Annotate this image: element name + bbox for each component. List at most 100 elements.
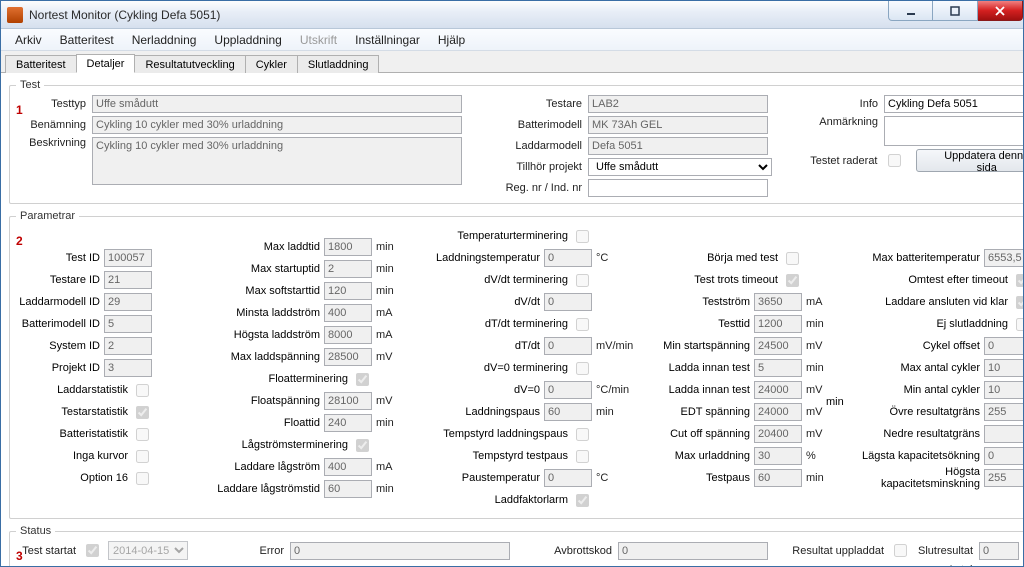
regnr-field[interactable]	[588, 179, 768, 197]
maximize-button[interactable]	[933, 1, 978, 21]
tab-batteritest[interactable]: Batteritest	[5, 55, 77, 73]
menu-arkiv[interactable]: Arkiv	[7, 30, 50, 50]
anmarkning-field[interactable]	[884, 116, 1023, 146]
test-startat-checkbox[interactable]	[86, 544, 99, 557]
ladda-innan-test-field[interactable]	[754, 359, 802, 377]
anmarkning-label: Anmärkning	[808, 116, 878, 128]
menu-uppladdning[interactable]: Uppladdning	[206, 30, 289, 50]
marker-2: 2	[16, 234, 23, 248]
testet-raderat-checkbox[interactable]	[888, 154, 901, 167]
dv0-term-checkbox[interactable]	[576, 362, 589, 375]
teststrom-field[interactable]	[754, 293, 802, 311]
menu-hjalp[interactable]: Hjälp	[430, 30, 473, 50]
close-button[interactable]	[978, 1, 1023, 21]
dtdt-field[interactable]	[544, 337, 592, 355]
menu-batteritest[interactable]: Batteritest	[52, 30, 122, 50]
uppdatera-button[interactable]: Uppdatera denna sida	[916, 149, 1024, 172]
floattid-field[interactable]	[324, 414, 372, 432]
dvdt-field[interactable]	[544, 293, 592, 311]
tab-resultatutveckling[interactable]: Resultatutveckling	[134, 55, 245, 73]
system-id-field[interactable]	[104, 337, 152, 355]
ladda-innan-test2-field[interactable]	[754, 381, 802, 399]
laddfaktorlarm-checkbox[interactable]	[576, 494, 589, 507]
laddningspaus-field[interactable]	[544, 403, 592, 421]
floatspanning-field[interactable]	[324, 392, 372, 410]
ovre-resultatgrans-field[interactable]	[984, 403, 1023, 421]
edt-spanning-field[interactable]	[754, 403, 802, 421]
hogsta-laddstrom-field[interactable]	[324, 326, 372, 344]
testtyp-field[interactable]	[92, 95, 462, 113]
testarstatistik-checkbox[interactable]	[136, 406, 149, 419]
lagsta-kap-field[interactable]	[984, 447, 1023, 465]
menu-installningar[interactable]: Inställningar	[347, 30, 428, 50]
test-startat-date[interactable]: 2014-04-15	[108, 541, 188, 560]
batteristatistik-checkbox[interactable]	[136, 428, 149, 441]
laddarmodell-id-field[interactable]	[104, 293, 152, 311]
hogsta-kap-field[interactable]	[984, 469, 1023, 487]
tempstyrd-testpaus-checkbox[interactable]	[576, 450, 589, 463]
testpaus-field[interactable]	[754, 469, 802, 487]
parametrar-legend: Parametrar	[16, 210, 79, 222]
inga-kurvor-checkbox[interactable]	[136, 450, 149, 463]
testare-id-field[interactable]	[104, 271, 152, 289]
testare-field[interactable]	[588, 95, 768, 113]
nedre-resultatgrans-field[interactable]	[984, 425, 1023, 443]
min-antal-cykler-field[interactable]	[984, 381, 1023, 399]
floatterminering-checkbox[interactable]	[356, 373, 369, 386]
batterimodell-field[interactable]	[588, 116, 768, 134]
error-field[interactable]	[290, 542, 510, 560]
paustemperatur-field[interactable]	[544, 469, 592, 487]
info-field[interactable]	[884, 95, 1023, 113]
avbrottskod-field[interactable]	[618, 542, 768, 560]
laddare-ansluten-checkbox[interactable]	[1016, 296, 1023, 309]
batterimodell-id-field[interactable]	[104, 315, 152, 333]
tab-slutladdning[interactable]: Slutladdning	[297, 55, 380, 73]
testtyp-label: Testtyp	[16, 98, 86, 110]
tab-cykler[interactable]: Cykler	[245, 55, 298, 73]
laddare-lagstromstid-field[interactable]	[324, 480, 372, 498]
min-startspanning-field[interactable]	[754, 337, 802, 355]
main-window: Nortest Monitor (Cykling Defa 5051) Arki…	[0, 0, 1024, 567]
max-laddtid-field[interactable]	[324, 238, 372, 256]
dvdt-term-checkbox[interactable]	[576, 274, 589, 287]
laddarmodell-label: Laddarmodell	[492, 140, 582, 152]
omtest-efter-timeout-checkbox[interactable]	[1016, 274, 1023, 287]
menu-utskrift[interactable]: Utskrift	[292, 30, 345, 50]
laddare-lagstrom-field[interactable]	[324, 458, 372, 476]
laddningstemperatur-field[interactable]	[544, 249, 592, 267]
minimize-button[interactable]	[888, 1, 933, 21]
max-startuptid-field[interactable]	[324, 260, 372, 278]
slutresultat-field[interactable]	[979, 542, 1019, 560]
status-legend: Status	[16, 525, 55, 537]
titlebar: Nortest Monitor (Cykling Defa 5051)	[1, 1, 1023, 29]
testtid-field[interactable]	[754, 315, 802, 333]
dv0-field[interactable]	[544, 381, 592, 399]
projekt-id-field[interactable]	[104, 359, 152, 377]
resultat-uppladdat-checkbox[interactable]	[894, 544, 907, 557]
tempstyrd-laddningspaus-checkbox[interactable]	[576, 428, 589, 441]
ej-slutladdning-checkbox[interactable]	[1016, 318, 1023, 331]
min-group-label: min	[826, 396, 844, 408]
dtdt-term-checkbox[interactable]	[576, 318, 589, 331]
benamning-field[interactable]	[92, 116, 462, 134]
laddarstatistik-checkbox[interactable]	[136, 384, 149, 397]
max-antal-cykler-field[interactable]	[984, 359, 1023, 377]
beskrivning-field[interactable]: Cykling 10 cykler med 30% urladdning	[92, 137, 462, 185]
menu-nerladdning[interactable]: Nerladdning	[124, 30, 205, 50]
cykel-offset-field[interactable]	[984, 337, 1023, 355]
minsta-laddstrom-field[interactable]	[324, 304, 372, 322]
tillhor-select[interactable]: Uffe smådutt	[588, 158, 772, 176]
max-laddspanning-field[interactable]	[324, 348, 372, 366]
lagstromsterminering-checkbox[interactable]	[356, 439, 369, 452]
laddarmodell-field[interactable]	[588, 137, 768, 155]
option16-checkbox[interactable]	[136, 472, 149, 485]
cut-off-field[interactable]	[754, 425, 802, 443]
max-softstarttid-field[interactable]	[324, 282, 372, 300]
tab-detaljer[interactable]: Detaljer	[76, 54, 136, 73]
max-urladdning-field[interactable]	[754, 447, 802, 465]
max-batteritemp-field[interactable]	[984, 249, 1023, 267]
borja-med-test-checkbox[interactable]	[786, 252, 799, 265]
test-id-field[interactable]	[104, 249, 152, 267]
temperaturterminering-checkbox[interactable]	[576, 230, 589, 243]
test-trots-timeout-checkbox[interactable]	[786, 274, 799, 287]
